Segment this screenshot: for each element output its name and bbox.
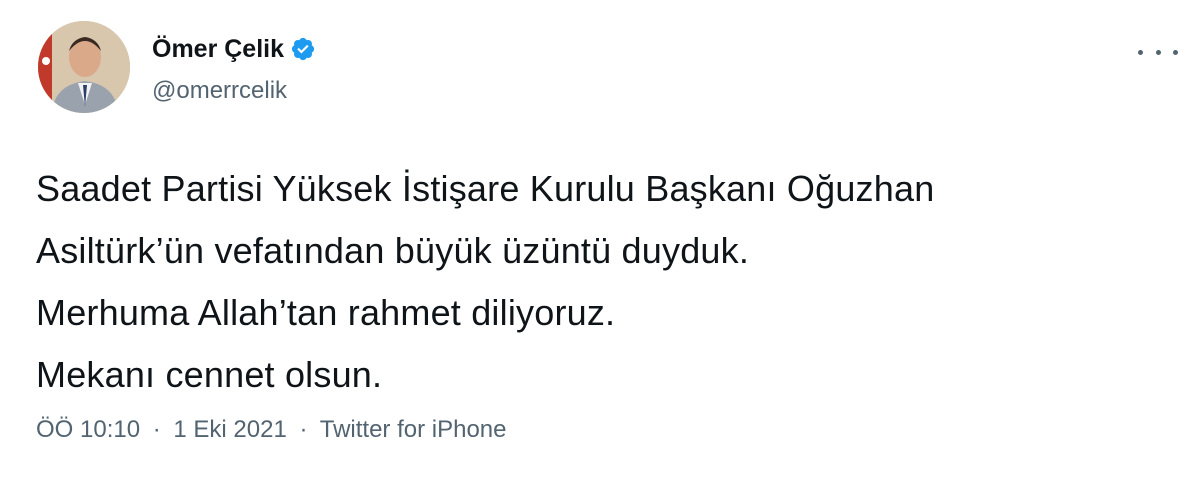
author-avatar[interactable] (38, 21, 130, 113)
tweet-text-line: Saadet Partisi Yüksek İstişare Kurulu Ba… (36, 168, 935, 209)
tweet-text: Saadet Partisi Yüksek İstişare Kurulu Ba… (36, 158, 1166, 406)
more-options-icon[interactable] (1138, 40, 1178, 64)
avatar-image (38, 21, 130, 113)
tweet-source[interactable]: Twitter for iPhone (320, 416, 507, 443)
author-name-row: Ömer Çelik (152, 32, 316, 66)
tweet-time[interactable]: ÖÖ 10:10 (36, 416, 140, 443)
verified-badge-icon (290, 36, 316, 62)
more-dot (1173, 49, 1178, 55)
more-dot (1138, 49, 1143, 55)
tweet-text-line: Asiltürk’ün vefatından büyük üzüntü duyd… (36, 230, 750, 271)
tweet-metadata: ÖÖ 10:10 · 1 Eki 2021 · Twitter for iPho… (36, 414, 506, 446)
meta-separator: · (299, 416, 308, 443)
author-handle[interactable]: @omerrcelik (152, 76, 287, 106)
tweet-card: Ömer Çelik @omerrcelik Saadet Partisi Yü… (0, 0, 1200, 478)
tweet-text-line: Mekanı cennet olsun. (36, 354, 383, 395)
more-dot (1155, 49, 1161, 55)
author-display-name[interactable]: Ömer Çelik (152, 32, 284, 66)
tweet-text-line: Merhuma Allah’tan rahmet diliyoruz. (36, 292, 616, 333)
tweet-date[interactable]: 1 Eki 2021 (173, 416, 286, 443)
meta-separator: · (152, 416, 161, 443)
